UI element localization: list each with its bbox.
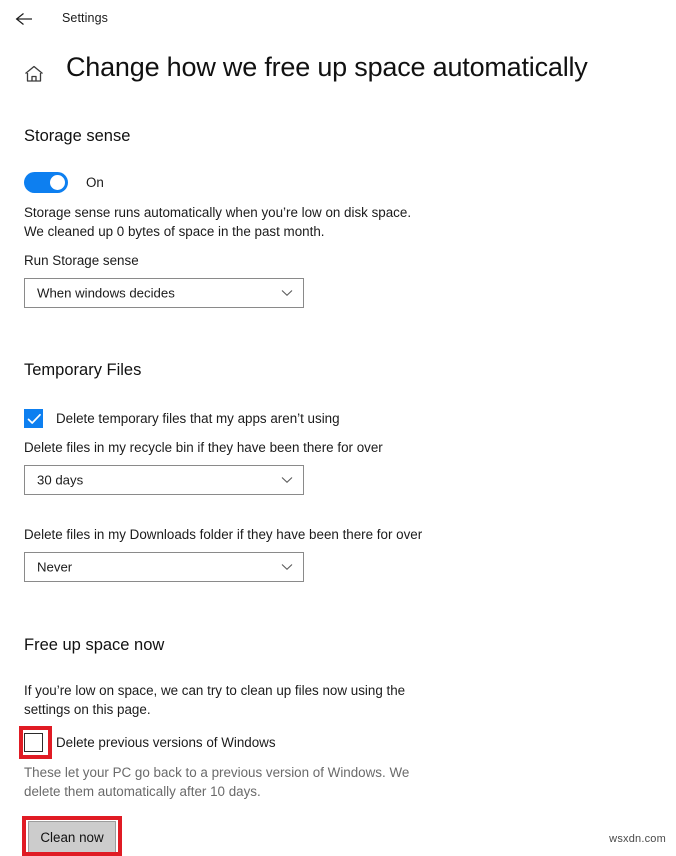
run-storage-sense-dropdown[interactable]: When windows decides — [24, 278, 304, 308]
delete-previous-versions-checkbox[interactable] — [24, 733, 43, 752]
downloads-folder-dropdown[interactable]: Never — [24, 552, 304, 582]
delete-previous-versions-row: Delete previous versions of Windows — [24, 733, 276, 752]
previous-versions-note-line2: delete them automatically after 10 days. — [24, 784, 261, 799]
storage-sense-description-line2: We cleaned up 0 bytes of space in the pa… — [24, 224, 325, 239]
run-storage-sense-dropdown-value: When windows decides — [37, 285, 175, 301]
page-title: Change how we free up space automaticall… — [66, 52, 588, 82]
section-heading-temporary-files: Temporary Files — [24, 361, 142, 379]
free-up-space-description-line1: If you’re low on space, we can try to cl… — [24, 683, 406, 698]
window-titlebar: Settings — [0, 0, 676, 36]
chevron-down-icon — [281, 563, 293, 571]
section-heading-storage-sense: Storage sense — [24, 127, 131, 145]
previous-versions-note-line1: These let your PC go back to a previous … — [24, 765, 410, 780]
downloads-folder-dropdown-value: Never — [37, 559, 73, 575]
recycle-bin-dropdown[interactable]: 30 days — [24, 465, 304, 495]
downloads-folder-label: Delete files in my Downloads folder if t… — [24, 527, 423, 542]
back-arrow-icon[interactable] — [14, 8, 36, 30]
chevron-down-icon — [281, 476, 293, 484]
delete-temp-files-label: Delete temporary files that my apps aren… — [56, 411, 340, 426]
delete-previous-versions-label: Delete previous versions of Windows — [56, 735, 276, 750]
window-title-label: Settings — [62, 11, 108, 25]
section-heading-free-up-space: Free up space now — [24, 636, 165, 654]
watermark: wsxdn.com — [609, 833, 666, 845]
recycle-bin-dropdown-value: 30 days — [37, 472, 84, 488]
recycle-bin-label: Delete files in my recycle bin if they h… — [24, 440, 383, 455]
storage-sense-toggle-state: On — [86, 174, 104, 190]
delete-temp-files-checkbox[interactable] — [24, 409, 43, 428]
storage-sense-toggle[interactable] — [24, 171, 68, 193]
delete-temp-files-row: Delete temporary files that my apps aren… — [24, 409, 340, 428]
run-storage-sense-label: Run Storage sense — [24, 253, 139, 268]
free-up-space-description-line2: settings on this page. — [24, 702, 151, 717]
page-header: Change how we free up space automaticall… — [0, 52, 676, 96]
toggle-knob — [50, 174, 65, 190]
home-icon[interactable] — [23, 64, 47, 86]
storage-sense-toggle-row: On — [24, 171, 104, 193]
storage-sense-description-line1: Storage sense runs automatically when yo… — [24, 205, 412, 220]
chevron-down-icon — [281, 289, 293, 297]
clean-now-button[interactable]: Clean now — [28, 821, 116, 853]
